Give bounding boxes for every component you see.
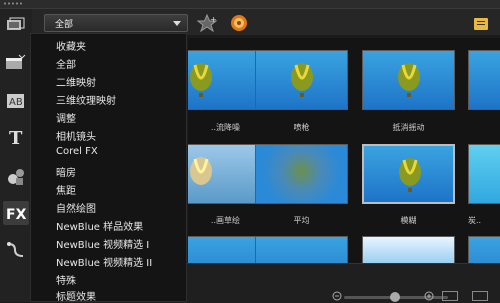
effect-thumbnail[interactable]	[188, 236, 261, 263]
effect-thumbnail[interactable]	[255, 236, 348, 263]
menu-item-all[interactable]: 全部	[56, 56, 76, 71]
view-mode-icon[interactable]	[442, 291, 458, 301]
category-dropdown-menu: 收藏夹 全部 二维映射 三维纹理映射 调整 相机镜头 Corel FX 暗房 焦…	[30, 33, 187, 303]
effects-grid: ..流降噪 喷枪 抵消摇动 ..画草绘 平均 模糊 炭..	[188, 38, 500, 263]
effect-label: 平均	[293, 216, 310, 225]
title-button[interactable]: T	[3, 125, 29, 149]
menu-item-focus[interactable]: 焦距	[56, 182, 76, 197]
balloon-image	[190, 157, 212, 185]
zoom-in-icon[interactable]	[424, 291, 434, 301]
media-library-icon	[7, 17, 25, 30]
menu-item-favorites[interactable]: 收藏夹	[56, 38, 86, 53]
menu-item-3d-texture[interactable]: 三维纹理映射	[56, 92, 116, 107]
effect-label: ..画草绘	[210, 216, 240, 225]
menu-item-special[interactable]: 特殊	[56, 272, 76, 287]
svg-text:+: +	[210, 15, 217, 24]
balloon-image	[190, 63, 212, 97]
menu-item-newblue-samples[interactable]: NewBlue 样品效果	[56, 218, 143, 233]
effect-label: 喷枪	[293, 123, 310, 132]
menu-item-title-effects[interactable]: 标题效果	[56, 288, 96, 303]
graphic-button[interactable]	[3, 165, 29, 189]
instant-project-button[interactable]	[3, 51, 29, 75]
svg-text:T: T	[9, 128, 23, 147]
balloon-image	[399, 158, 421, 192]
chevron-down-icon	[173, 21, 181, 26]
zoom-out-icon[interactable]	[332, 291, 342, 301]
title-icon: T	[9, 128, 23, 147]
category-dropdown-value: 全部	[55, 20, 74, 30]
slider-knob[interactable]	[390, 292, 400, 302]
menu-item-newblue-picks-1[interactable]: NewBlue 视频精选 I	[56, 236, 149, 251]
favorite-add-icon[interactable]: +	[197, 13, 219, 33]
options-icon[interactable]	[474, 18, 488, 30]
menu-item-adjust[interactable]: 调整	[56, 110, 76, 125]
fx-icon: FX	[6, 207, 27, 221]
effect-label: 炭..	[468, 216, 482, 225]
effect-thumbnail[interactable]	[188, 144, 261, 204]
transition-icon: AB	[7, 94, 24, 108]
transition-button[interactable]: AB	[3, 89, 29, 113]
menu-item-newblue-picks-2[interactable]: NewBlue 视频精选 II	[56, 254, 152, 269]
grip-dots-icon	[3, 2, 23, 5]
settings-icon[interactable]	[472, 291, 488, 301]
effect-thumbnail-selected[interactable]	[362, 144, 455, 204]
effect-thumbnail[interactable]	[255, 144, 348, 204]
effect-thumbnail[interactable]	[255, 50, 348, 110]
balloon-image	[398, 63, 420, 97]
effect-thumbnail[interactable]	[362, 236, 455, 263]
balloon-image	[291, 63, 313, 97]
path-button[interactable]	[3, 237, 29, 261]
svg-text:AB: AB	[9, 97, 23, 108]
menu-item-corel-fx[interactable]: Corel FX	[56, 146, 98, 157]
path-icon	[7, 242, 24, 257]
menu-item-darkroom[interactable]: 暗房	[56, 164, 76, 179]
category-dropdown[interactable]: 全部	[44, 14, 188, 32]
effect-thumbnail[interactable]	[468, 50, 500, 110]
effect-thumbnail[interactable]	[468, 144, 500, 204]
window-top-strip	[0, 0, 500, 9]
graphic-icon	[8, 169, 24, 185]
effect-label: 模糊	[400, 216, 417, 225]
fx-button[interactable]: FX	[3, 201, 29, 225]
menu-item-camera-lens[interactable]: 相机镜头	[56, 128, 96, 143]
library-sidebar: AB T FX	[0, 9, 33, 302]
effect-thumbnail[interactable]	[362, 50, 455, 110]
svg-text:FX: FX	[6, 207, 27, 221]
effect-thumbnail[interactable]	[188, 50, 261, 110]
menu-item-2d-mapping[interactable]: 二维映射	[56, 74, 96, 89]
color-wheel-icon[interactable]	[230, 14, 248, 32]
menu-item-natural-painting[interactable]: 自然绘图	[56, 200, 96, 215]
instant-project-icon	[6, 54, 26, 69]
effect-thumbnail[interactable]	[468, 236, 500, 263]
effect-label: ..流降噪	[210, 123, 240, 132]
effect-label: 抵消摇动	[392, 123, 425, 132]
media-library-button[interactable]	[3, 13, 29, 37]
